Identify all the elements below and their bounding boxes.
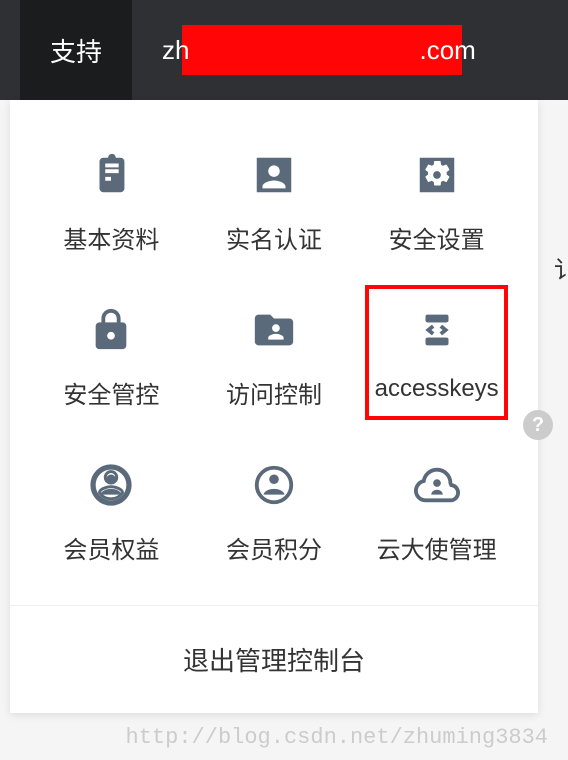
lock-icon bbox=[86, 305, 136, 355]
folder-person-icon bbox=[249, 305, 299, 355]
watermark: http://blog.csdn.net/zhuming3834 bbox=[126, 725, 548, 750]
menu-label: 基本资料 bbox=[63, 220, 159, 255]
menu-label: 云大使管理 bbox=[377, 530, 497, 565]
help-icon[interactable]: ? bbox=[523, 410, 553, 440]
gear-icon bbox=[412, 150, 462, 200]
menu-item-member-benefits[interactable]: 会员权益 bbox=[30, 460, 193, 565]
top-header: 支持 zh .com bbox=[0, 0, 568, 100]
menu-label: 安全管控 bbox=[63, 375, 159, 410]
menu-item-real-name[interactable]: 实名认证 bbox=[193, 150, 356, 255]
user-prefix: zh bbox=[162, 35, 189, 66]
menu-item-access-control[interactable]: 访问控制 bbox=[193, 305, 356, 410]
menu-label: 实名认证 bbox=[226, 220, 322, 255]
user-suffix: .com bbox=[419, 35, 475, 66]
support-label: 支持 bbox=[50, 32, 102, 69]
cloud-person-icon bbox=[412, 460, 462, 510]
menu-item-security-settings[interactable]: 安全设置 bbox=[355, 150, 518, 255]
side-partial-text: 讠 bbox=[554, 250, 568, 285]
menu-item-member-points[interactable]: 会员积分 bbox=[193, 460, 356, 565]
logout-button[interactable]: 退出管理控制台 bbox=[10, 605, 538, 713]
support-nav-item[interactable]: 支持 bbox=[20, 0, 132, 100]
user-account-nav[interactable]: zh .com bbox=[162, 35, 476, 66]
logout-label: 退出管理控制台 bbox=[183, 646, 365, 676]
menu-item-security-control[interactable]: 安全管控 bbox=[30, 305, 193, 410]
menu-item-cloud-ambassador[interactable]: 云大使管理 bbox=[355, 460, 518, 565]
menu-label: 会员权益 bbox=[63, 530, 159, 565]
menu-label: 会员积分 bbox=[226, 530, 322, 565]
menu-label: 访问控制 bbox=[226, 375, 322, 410]
highlight-box bbox=[365, 285, 508, 420]
menu-grid: 基本资料 实名认证 安全设置 安全管控 访问控制 bbox=[10, 100, 538, 605]
menu-label: 安全设置 bbox=[389, 220, 485, 255]
user-dropdown-panel: 基本资料 实名认证 安全设置 安全管控 访问控制 bbox=[10, 100, 538, 713]
clipboard-icon bbox=[86, 150, 136, 200]
menu-item-accesskeys[interactable]: accesskeys bbox=[355, 305, 518, 410]
user-circle-icon bbox=[86, 460, 136, 510]
person-icon bbox=[249, 150, 299, 200]
user-circle-icon bbox=[249, 460, 299, 510]
menu-item-basic-info[interactable]: 基本资料 bbox=[30, 150, 193, 255]
